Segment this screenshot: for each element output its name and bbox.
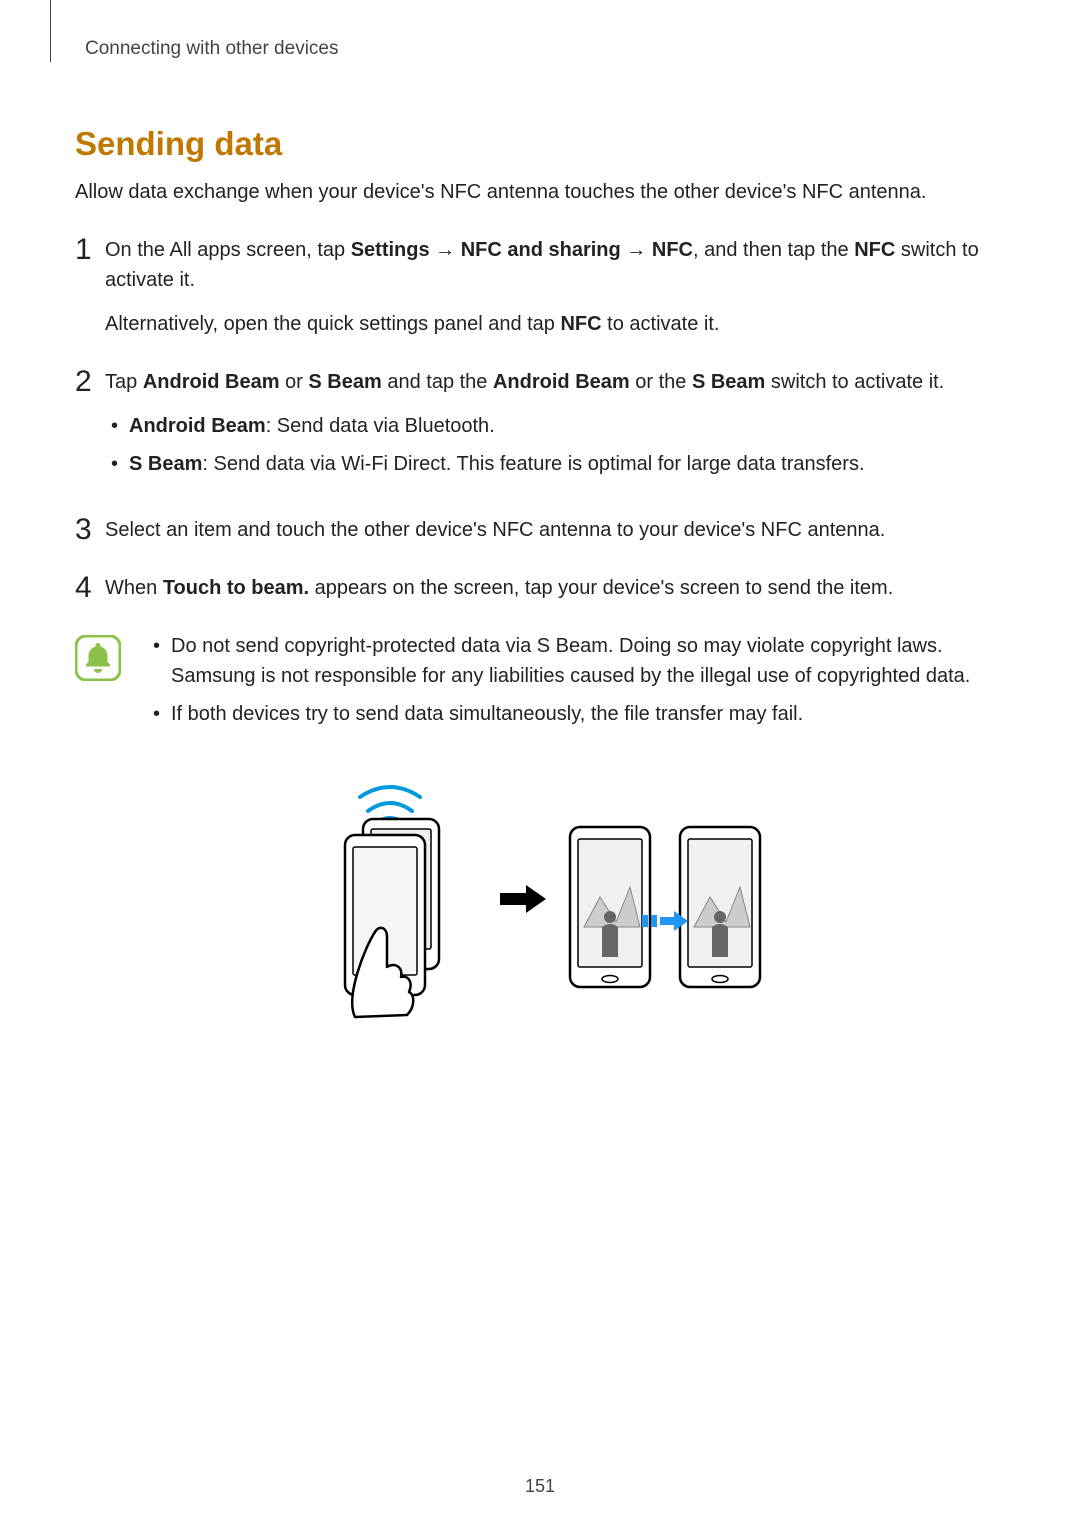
note-bullets: Do not send copyright-protected data via…	[147, 631, 1005, 729]
step-4-text: When Touch to beam. appears on the scree…	[105, 573, 1005, 603]
page-number: 151	[0, 1476, 1080, 1497]
page-content: Sending data Allow data exchange when yo…	[75, 40, 1005, 1032]
note-bullet-copyright: Do not send copyright-protected data via…	[147, 631, 1005, 691]
note-bullet-simultaneous: If both devices try to send data simulta…	[147, 699, 1005, 729]
header-rule	[50, 0, 51, 62]
step-4: 4 When Touch to beam. appears on the scr…	[75, 573, 1005, 603]
step-body: Tap Android Beam or S Beam and tap the A…	[105, 367, 1005, 487]
manual-page: Connecting with other devices Sending da…	[0, 0, 1080, 1527]
step-body: When Touch to beam. appears on the scree…	[105, 573, 1005, 603]
step-1-line-1: On the All apps screen, tap Settings → N…	[105, 235, 1005, 295]
step-number: 4	[75, 573, 105, 603]
bullet-s-beam: S Beam: Send data via Wi-Fi Direct. This…	[105, 449, 1005, 479]
bullet-android-beam: Android Beam: Send data via Bluetooth.	[105, 411, 1005, 441]
section-title: Sending data	[75, 125, 1005, 163]
nfc-transfer-illustration	[75, 767, 1005, 1032]
step-number: 1	[75, 235, 105, 265]
step-1: 1 On the All apps screen, tap Settings →…	[75, 235, 1005, 339]
note-box: Do not send copyright-protected data via…	[75, 631, 1005, 737]
step-2: 2 Tap Android Beam or S Beam and tap the…	[75, 367, 1005, 487]
section-intro: Allow data exchange when your device's N…	[75, 177, 1005, 207]
note-body: Do not send copyright-protected data via…	[147, 631, 1005, 737]
chapter-title: Connecting with other devices	[85, 38, 338, 60]
step-number: 2	[75, 367, 105, 397]
step-number: 3	[75, 515, 105, 545]
notification-bell-icon	[75, 635, 121, 681]
step-2-line-1: Tap Android Beam or S Beam and tap the A…	[105, 367, 1005, 397]
step-body: Select an item and touch the other devic…	[105, 515, 1005, 545]
step-3: 3 Select an item and touch the other dev…	[75, 515, 1005, 545]
step-2-bullets: Android Beam: Send data via Bluetooth. S…	[105, 411, 1005, 479]
step-body: On the All apps screen, tap Settings → N…	[105, 235, 1005, 339]
step-3-text: Select an item and touch the other devic…	[105, 515, 1005, 545]
step-1-line-2: Alternatively, open the quick settings p…	[105, 309, 1005, 339]
